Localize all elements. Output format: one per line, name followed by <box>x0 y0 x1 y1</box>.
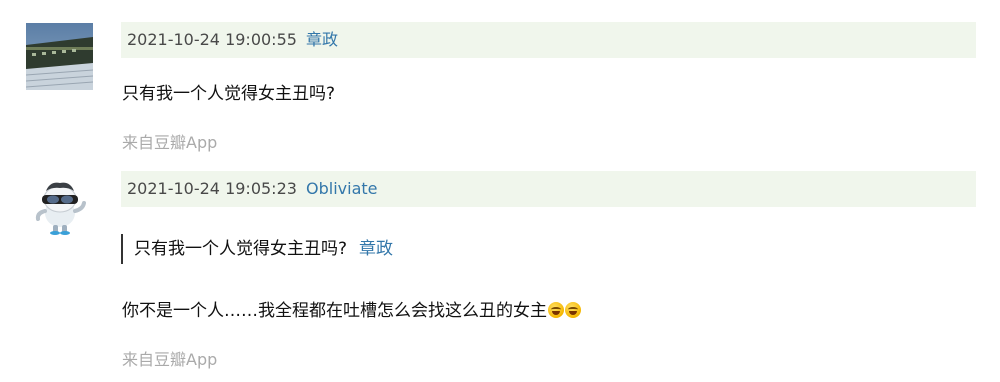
cartoon-figure-avatar-icon <box>26 171 93 238</box>
comment-meta-bar: 2021-10-24 19:00:55 章政 <box>121 22 976 58</box>
rolling-on-floor-laughing-emoji-icon <box>565 302 581 318</box>
comment-timestamp: 2021-10-24 19:05:23 <box>127 179 297 198</box>
quoted-author-link[interactable]: 章政 <box>359 239 393 259</box>
comment-timestamp: 2021-10-24 19:00:55 <box>127 30 297 49</box>
comment-meta-bar: 2021-10-24 19:05:23 Obliviate <box>121 171 976 207</box>
rolling-on-floor-laughing-emoji-icon <box>548 302 564 318</box>
comment-source: 来自豆瓣App <box>122 133 218 152</box>
avatar[interactable] <box>26 171 93 238</box>
quoted-comment: 只有我一个人觉得女主丑吗? 章政 <box>121 234 393 264</box>
quoted-comment-text: 只有我一个人觉得女主丑吗? <box>134 239 348 259</box>
comment-text: 只有我一个人觉得女主丑吗? <box>122 84 336 104</box>
comment-author-link[interactable]: 章政 <box>306 30 338 49</box>
comment-author-link[interactable]: Obliviate <box>306 179 377 198</box>
train-photo-avatar-icon <box>26 23 93 90</box>
comment-source: 来自豆瓣App <box>122 350 218 369</box>
avatar[interactable] <box>26 23 93 90</box>
comment-text: 你不是一个人……我全程都在吐槽怎么会找这么丑的女主 <box>122 296 581 321</box>
comment-text-content: 你不是一个人……我全程都在吐槽怎么会找这么丑的女主 <box>122 301 547 321</box>
